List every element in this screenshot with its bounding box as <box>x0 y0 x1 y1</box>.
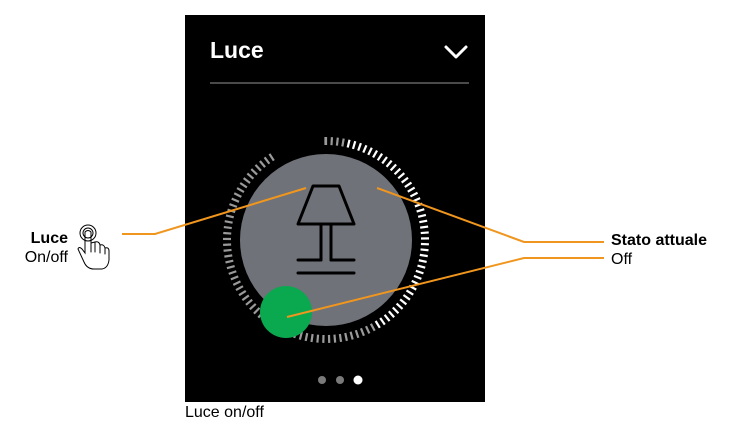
leader-line-toggle <box>286 257 604 318</box>
leader-lines <box>122 187 604 318</box>
leader-line-stato <box>376 187 604 243</box>
leader-line-luce <box>122 187 307 235</box>
